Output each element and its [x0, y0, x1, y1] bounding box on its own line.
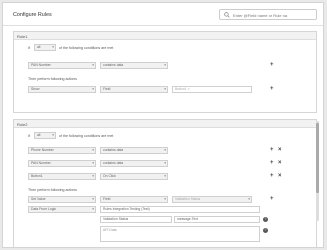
chevron-down-icon: ▾: [92, 87, 94, 91]
rule2-condition-field-1[interactable]: Phone Number ▾: [28, 147, 96, 154]
chevron-down-icon: ▾: [52, 45, 54, 49]
chevron-down-icon: ▾: [164, 148, 166, 152]
chevron-down-icon: ▾: [164, 197, 166, 201]
rule2-if-label: If: [28, 134, 30, 138]
add-condition-button[interactable]: +: [270, 62, 274, 68]
chevron-down-icon: ▾: [92, 207, 94, 211]
rule1-if-label: If: [28, 46, 30, 50]
add-condition-button[interactable]: +: [270, 160, 274, 166]
help-icon[interactable]: ?: [263, 217, 268, 222]
chevron-down-icon: ▾: [92, 148, 94, 152]
rule2-header[interactable]: Rule2: [14, 120, 316, 128]
chevron-down-icon: ▾: [164, 161, 166, 165]
search-box[interactable]: [219, 9, 317, 20]
add-action-button[interactable]: +: [270, 196, 274, 202]
tag-button1: Button1: [175, 87, 187, 91]
rule2-value-select[interactable]: Validation Status ▾: [172, 196, 252, 203]
rule2-condition-operator-1[interactable]: contains data ▾: [100, 147, 168, 154]
rule2-action-select[interactable]: Set Value ▾: [28, 196, 96, 203]
header-divider: [3, 25, 323, 26]
chevron-down-icon: ▾: [164, 174, 166, 178]
chevron-down-icon: ▾: [248, 197, 250, 201]
rule2-param-value[interactable]: message.Text: [174, 216, 260, 223]
rule1-header[interactable]: Rule1: [14, 32, 316, 40]
search-icon: [224, 12, 230, 18]
rule2-condition-field-2[interactable]: PAN Number ▾: [28, 160, 96, 167]
rule2-conditions-text: of the following conditions are met: [59, 134, 114, 138]
rule2-param-name[interactable]: Validation Status: [100, 216, 172, 223]
chevron-down-icon: ▾: [92, 63, 94, 67]
chevron-down-icon: ▾: [164, 87, 166, 91]
add-action-button[interactable]: +: [270, 86, 274, 92]
chevron-down-icon: ▾: [92, 161, 94, 165]
rule1-condition-operator[interactable]: contains data ▾: [100, 62, 168, 69]
rule1-then-label: Then perform following actions: [28, 77, 77, 81]
rule1-conditions-text: of the following conditions are met: [59, 46, 114, 50]
rule2-condition-operator-3[interactable]: On Click ▾: [100, 173, 168, 180]
rule2-condition-operator-2[interactable]: contains data ▾: [100, 160, 168, 167]
rule2-service-field[interactable]: Rules Integration Testing (Test): [100, 206, 260, 213]
chevron-down-icon: ▾: [164, 63, 166, 67]
rule2-source-select[interactable]: Data From Logic ▾: [28, 206, 96, 213]
rule1-panel: Rule1 If all ▾ of the following condition…: [13, 31, 317, 113]
chevron-down-icon: ▾: [92, 197, 94, 201]
rule2-title: Rule2: [17, 121, 28, 127]
rule1-action-select[interactable]: Show ▾: [28, 86, 96, 93]
rule2-condition-field-3[interactable]: Button1 ▾: [28, 173, 96, 180]
rule1-condition-field[interactable]: PAN Number ▾: [28, 62, 96, 69]
configure-rules-window: Configure Rules Rule1 If all▾ of the fol…: [2, 2, 324, 248]
tag-remove-icon[interactable]: ×: [188, 87, 190, 91]
remove-condition-button[interactable]: ×: [278, 173, 282, 179]
remove-condition-button[interactable]: ×: [278, 147, 282, 153]
chevron-down-icon: ▾: [52, 133, 54, 137]
help-icon[interactable]: ?: [263, 228, 268, 233]
add-condition-button[interactable]: +: [270, 147, 274, 153]
scrollbar[interactable]: [316, 121, 319, 221]
rule1-match-select[interactable]: all ▾: [34, 44, 56, 51]
remove-condition-button[interactable]: ×: [278, 160, 282, 166]
rule2-panel: Rule2 If all ▾ of the following condition…: [13, 119, 317, 247]
scrollbar-thumb[interactable]: [316, 123, 319, 193]
api-data-textarea[interactable]: API Data: [100, 226, 260, 242]
rule2-match-select[interactable]: all ▾: [34, 132, 56, 139]
rule2-target-select[interactable]: Field ▾: [100, 196, 168, 203]
page-title: Configure Rules: [13, 12, 52, 18]
rule1-title: Rule1: [17, 33, 28, 39]
rule2-then-label: Then perform following actions: [28, 188, 77, 192]
chevron-down-icon: ▾: [92, 174, 94, 178]
rule1-target-select[interactable]: Field ▾: [100, 86, 168, 93]
add-condition-button[interactable]: +: [270, 173, 274, 179]
search-input[interactable]: [233, 11, 313, 19]
rule1-field-tags[interactable]: Button1 ×: [172, 86, 252, 93]
